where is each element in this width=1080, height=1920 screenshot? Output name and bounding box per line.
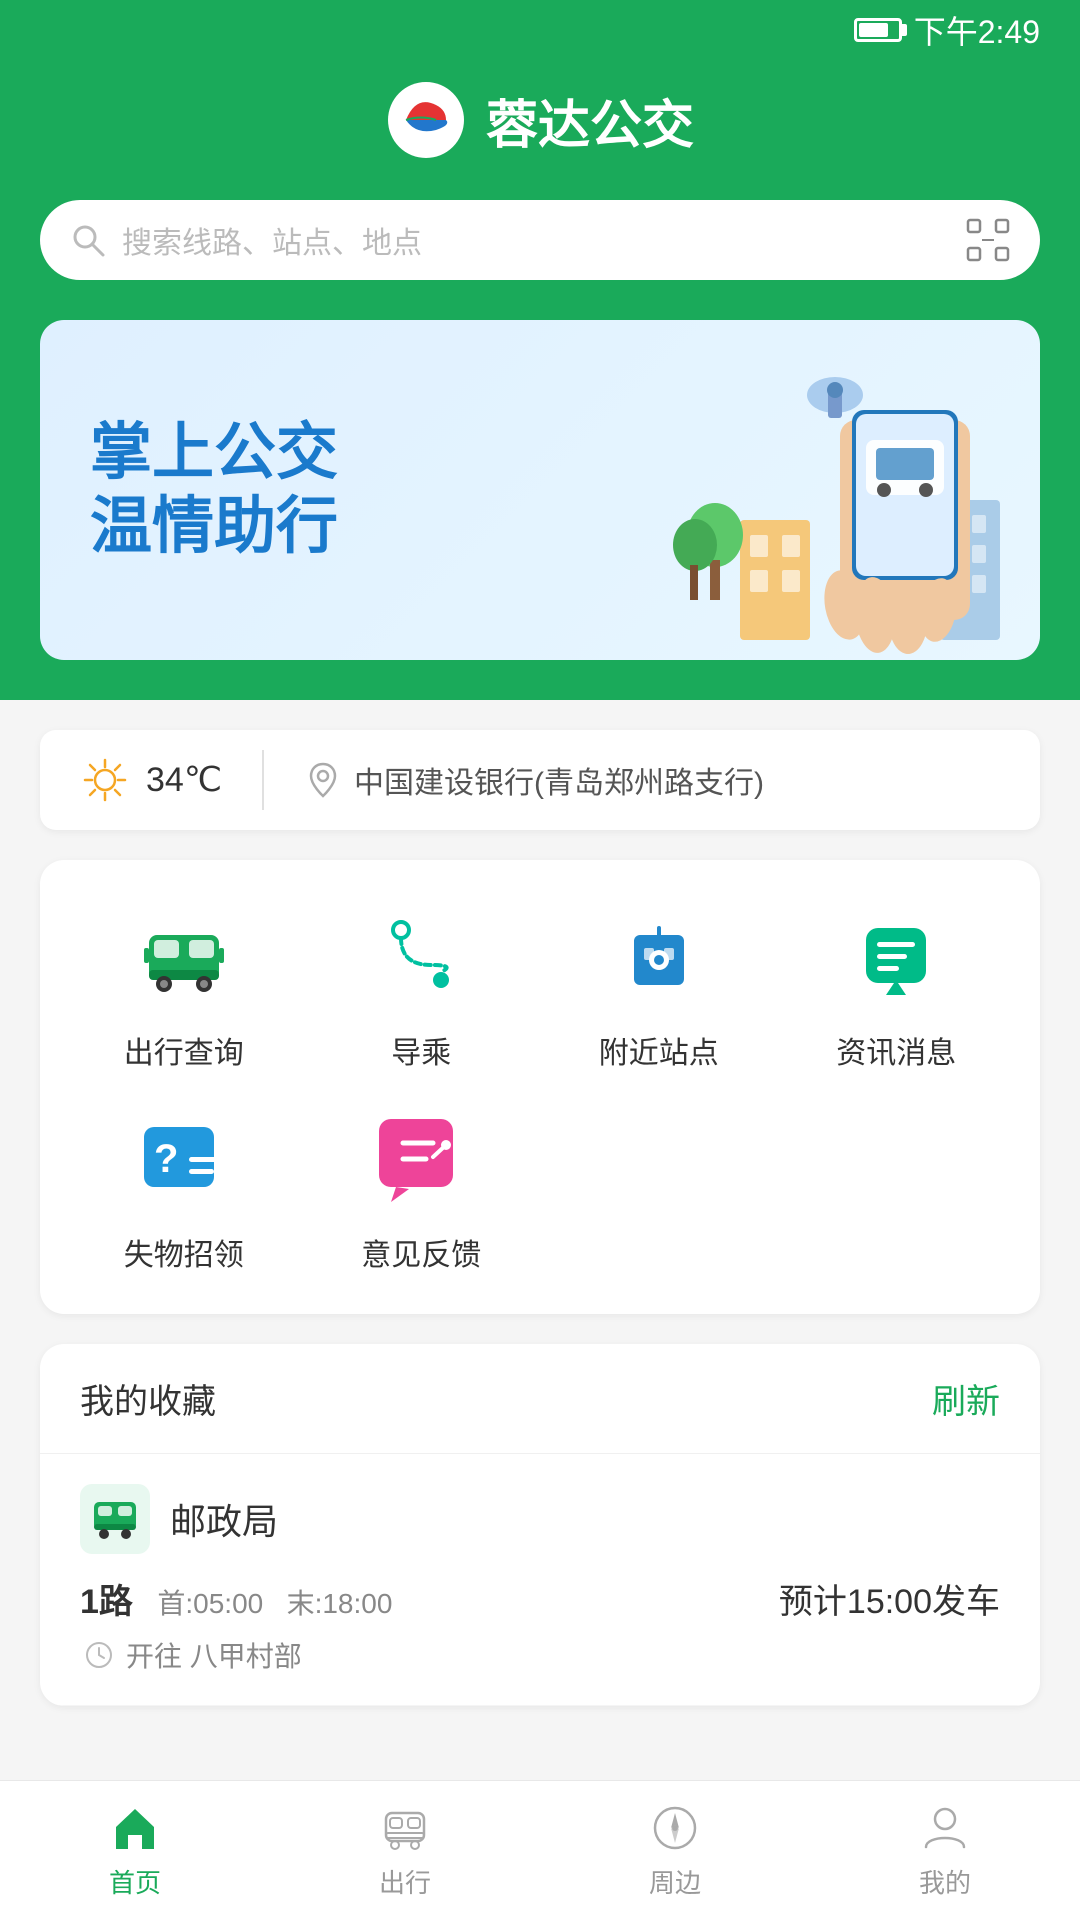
stop-bus-icon [90, 1494, 140, 1544]
banner-illustration [560, 340, 1040, 660]
svg-text:?: ? [154, 1137, 178, 1181]
nav-home-label: 首页 [109, 1863, 161, 1900]
scan-icon[interactable] [966, 218, 1010, 262]
location-text: 中国建设银行(青岛郑州路支行) [354, 758, 764, 802]
features-grid-top: 出行查询 导乘 [80, 900, 1000, 1072]
feature-guide-label: 导乘 [391, 1028, 451, 1072]
location-icon [304, 761, 342, 799]
next-stop-text: 开往 八甲村部 [126, 1635, 302, 1675]
feature-empty-1 [555, 1102, 763, 1274]
feedback-icon-wrap [366, 1102, 476, 1212]
banner-text: 掌上公交 温情助行 [40, 376, 388, 605]
feature-feedback[interactable]: 意见反馈 [318, 1102, 526, 1274]
search-bar[interactable]: 搜索线路、站点、地点 [40, 200, 1040, 280]
stop-icon-wrap [80, 1484, 150, 1554]
app-logo [386, 80, 466, 160]
feature-empty-2 [793, 1102, 1001, 1274]
features-card: 出行查询 导乘 [40, 860, 1040, 1314]
bus-first-time: 首:05:00 [157, 1588, 263, 1619]
route-icon [376, 910, 466, 1000]
features-grid-bottom: ? 失物招领 [80, 1102, 1000, 1274]
bus-times: 首:05:00 末:18:00 [157, 1588, 392, 1619]
bus-left: 1路 首:05:00 末:18:00 [80, 1574, 392, 1623]
bus-icon [139, 910, 229, 1000]
next-stop-row: 开往 八甲村部 [80, 1635, 1000, 1675]
favorites-header: 我的收藏 刷新 [40, 1344, 1040, 1454]
clock-icon [84, 1640, 114, 1670]
compass-icon [648, 1801, 702, 1855]
weather-divider [262, 750, 264, 810]
battery-icon [854, 18, 902, 42]
weather-temperature: 34℃ [146, 760, 222, 800]
nearby-icon [614, 910, 704, 1000]
weather-bar: 34℃ 中国建设银行(青岛郑州路支行) [40, 730, 1040, 830]
nav-travel-label: 出行 [379, 1863, 431, 1900]
bus-route: 1路 [80, 1583, 133, 1621]
favorites-title: 我的收藏 [80, 1374, 216, 1423]
search-container: 搜索线路、站点、地点 [0, 200, 1080, 320]
banner-title1: 掌上公交 [90, 416, 338, 490]
travel-icon-wrap [129, 900, 239, 1010]
app-title: 蓉达公交 [486, 83, 694, 158]
nav-mine-label: 我的 [919, 1863, 971, 1900]
refresh-button[interactable]: 刷新 [932, 1374, 1000, 1423]
nav-bus-icon [378, 1801, 432, 1855]
nav-home[interactable]: 首页 [108, 1801, 162, 1900]
guide-icon-wrap [366, 900, 476, 1010]
news-icon-wrap [841, 900, 951, 1010]
lost-icon-wrap: ? [129, 1102, 239, 1212]
nav-travel[interactable]: 出行 [378, 1801, 432, 1900]
favorites-card: 我的收藏 刷新 邮政局 1路 [40, 1344, 1040, 1706]
feature-nearby-label: 附近站点 [599, 1028, 719, 1072]
banner-container: 掌上公交 温情助行 [0, 320, 1080, 700]
feature-nearby[interactable]: 附近站点 [555, 900, 763, 1072]
feature-travel-label: 出行查询 [124, 1028, 244, 1072]
nav-nearby[interactable]: 周边 [648, 1801, 702, 1900]
search-icon [70, 222, 106, 258]
status-time: 下午2:49 [914, 7, 1040, 53]
stop-name-row: 邮政局 [80, 1484, 1000, 1554]
feature-news[interactable]: 资讯消息 [793, 900, 1001, 1072]
app-header: 蓉达公交 [0, 60, 1080, 200]
feature-guide[interactable]: 导乘 [318, 900, 526, 1072]
stop-item[interactable]: 邮政局 1路 首:05:00 末:18:00 预计15:00发车 [40, 1454, 1040, 1706]
nearby-icon-wrap [604, 900, 714, 1010]
feature-lost-label: 失物招领 [124, 1230, 244, 1274]
search-input-placeholder[interactable]: 搜索线路、站点、地点 [122, 218, 950, 262]
feature-news-label: 资讯消息 [836, 1028, 956, 1072]
stop-name: 邮政局 [170, 1493, 278, 1545]
bus-info-row: 1路 首:05:00 末:18:00 预计15:00发车 [80, 1574, 1000, 1623]
weather-sun-icon [80, 755, 130, 805]
status-bar: 下午2:49 [0, 0, 1080, 60]
banner-title2: 温情助行 [90, 490, 338, 564]
home-icon [108, 1801, 162, 1855]
location-info: 中国建设银行(青岛郑州路支行) [304, 758, 764, 802]
bus-last-time: 末:18:00 [287, 1588, 393, 1619]
nav-nearby-label: 周边 [649, 1863, 701, 1900]
feature-feedback-label: 意见反馈 [361, 1230, 481, 1274]
person-icon [918, 1801, 972, 1855]
feedback-icon [371, 1107, 471, 1207]
bus-arrival: 预计15:00发车 [779, 1574, 1000, 1623]
feature-travel[interactable]: 出行查询 [80, 900, 288, 1072]
news-icon [851, 910, 941, 1000]
weather-info: 34℃ [80, 755, 222, 805]
banner: 掌上公交 温情助行 [40, 320, 1040, 660]
nav-mine[interactable]: 我的 [918, 1801, 972, 1900]
feature-lost[interactable]: ? 失物招领 [80, 1102, 288, 1274]
lost-icon: ? [134, 1107, 234, 1207]
bottom-nav: 首页 出行 周边 我的 [0, 1780, 1080, 1920]
